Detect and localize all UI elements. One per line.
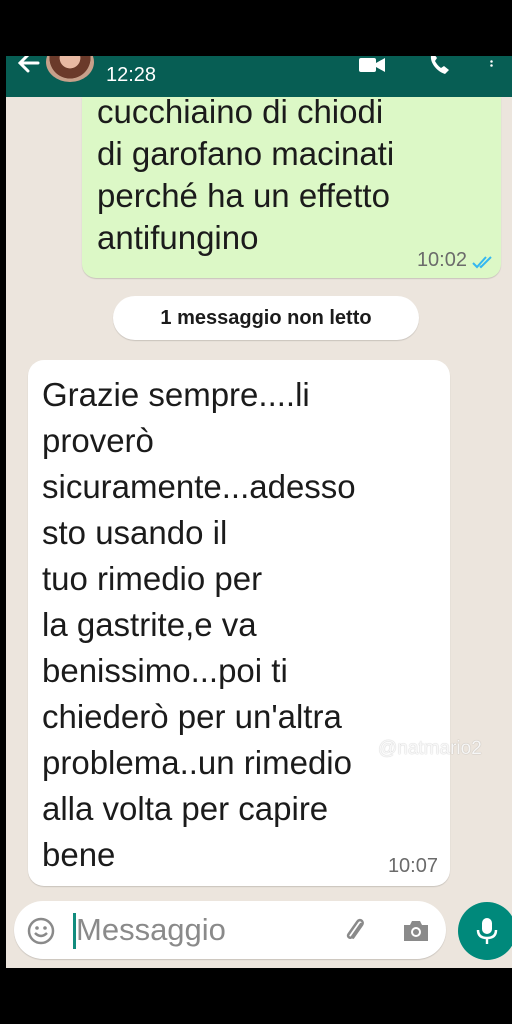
more-vertical-icon[interactable] <box>488 56 502 76</box>
double-check-icon <box>472 256 492 269</box>
message-time: 10:02 <box>416 249 467 271</box>
watermark: @natmario2 <box>378 738 482 759</box>
microphone-icon <box>476 918 498 944</box>
unread-messages-divider: 1 messaggio non letto <box>113 296 419 340</box>
message-composer <box>14 901 446 959</box>
voice-record-button[interactable] <box>458 902 512 960</box>
arrow-left-icon[interactable] <box>16 56 42 76</box>
message-time: 10:07 <box>387 855 438 877</box>
paperclip-icon[interactable] <box>340 915 372 947</box>
chat-screen: 12:28 cucchiaino di chiodi di garofano m… <box>6 56 512 968</box>
message-text: cucchiaino di chiodi di garofano macinat… <box>97 93 395 256</box>
avatar[interactable] <box>46 56 94 82</box>
message-bubble-outgoing[interactable]: cucchiaino di chiodi di garofano macinat… <box>82 93 501 278</box>
camera-icon[interactable] <box>400 915 432 947</box>
header-time: 12:28 <box>106 64 157 86</box>
phone-icon[interactable] <box>426 56 454 76</box>
smiley-icon[interactable] <box>26 916 56 946</box>
message-bubble-incoming[interactable]: Grazie sempre....li proverò sicuramente.… <box>28 360 450 886</box>
video-camera-icon[interactable] <box>358 56 386 76</box>
message-input[interactable] <box>76 910 276 950</box>
message-text: Grazie sempre....li proverò sicuramente.… <box>42 376 356 873</box>
